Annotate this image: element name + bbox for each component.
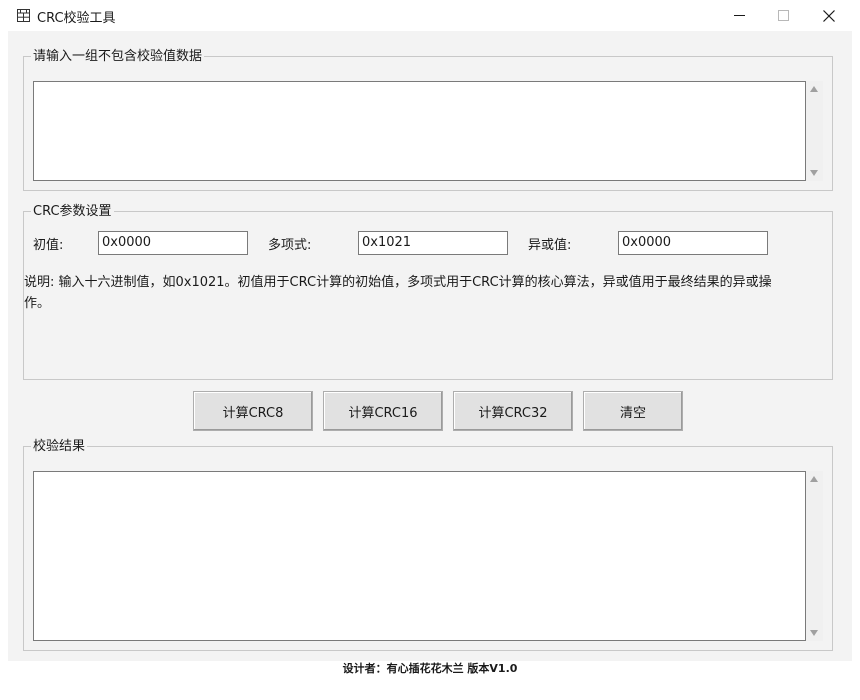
- polynomial-label: 多项式:: [268, 238, 312, 253]
- xor-value-label: 异或值:: [528, 238, 572, 253]
- maximize-button[interactable]: [760, 0, 806, 31]
- maximize-icon: [777, 10, 789, 21]
- result-textarea[interactable]: [33, 471, 806, 641]
- input-data-scrollbar[interactable]: [806, 81, 823, 181]
- crc-params-legend: CRC参数设置: [31, 203, 114, 220]
- scroll-up-arrow-icon[interactable]: [810, 476, 818, 482]
- minimize-icon: [733, 15, 745, 16]
- scroll-down-arrow-icon[interactable]: [810, 170, 818, 176]
- xor-value-input[interactable]: 0x0000: [618, 231, 768, 255]
- init-value-input[interactable]: 0x0000: [98, 231, 248, 255]
- window-title: CRC校验工具: [37, 11, 116, 26]
- input-data-textarea[interactable]: [33, 81, 806, 181]
- input-data-legend: 请输入一组不包含校验值数据: [31, 48, 205, 65]
- scroll-up-arrow-icon[interactable]: [810, 86, 818, 92]
- footer-credits: 设计者：有心插花花木兰 版本V1.0: [342, 662, 518, 675]
- params-description: 说明: 输入十六进制值，如0x1021。初值用于CRC计算的初始值，多项式用于C…: [24, 275, 772, 311]
- crc-tool-window: CRC校验工具 请输入一组不包含校验值数据 CRC参数设置 初值: 0x0000…: [0, 0, 860, 700]
- scroll-down-arrow-icon[interactable]: [810, 630, 818, 636]
- init-value-label: 初值:: [33, 238, 64, 253]
- minimize-button[interactable]: [716, 0, 762, 31]
- calc-crc8-button[interactable]: 计算CRC8: [193, 391, 313, 431]
- close-icon: [823, 9, 835, 22]
- title-bar[interactable]: CRC校验工具: [0, 0, 860, 31]
- calc-crc16-button[interactable]: 计算CRC16: [323, 391, 443, 431]
- calculator-icon: [17, 9, 30, 22]
- result-scrollbar[interactable]: [806, 471, 823, 641]
- clear-button[interactable]: 清空: [583, 391, 683, 431]
- result-legend: 校验结果: [31, 438, 88, 455]
- close-button[interactable]: [806, 0, 852, 31]
- polynomial-input[interactable]: 0x1021: [358, 231, 508, 255]
- calc-crc32-button[interactable]: 计算CRC32: [453, 391, 573, 431]
